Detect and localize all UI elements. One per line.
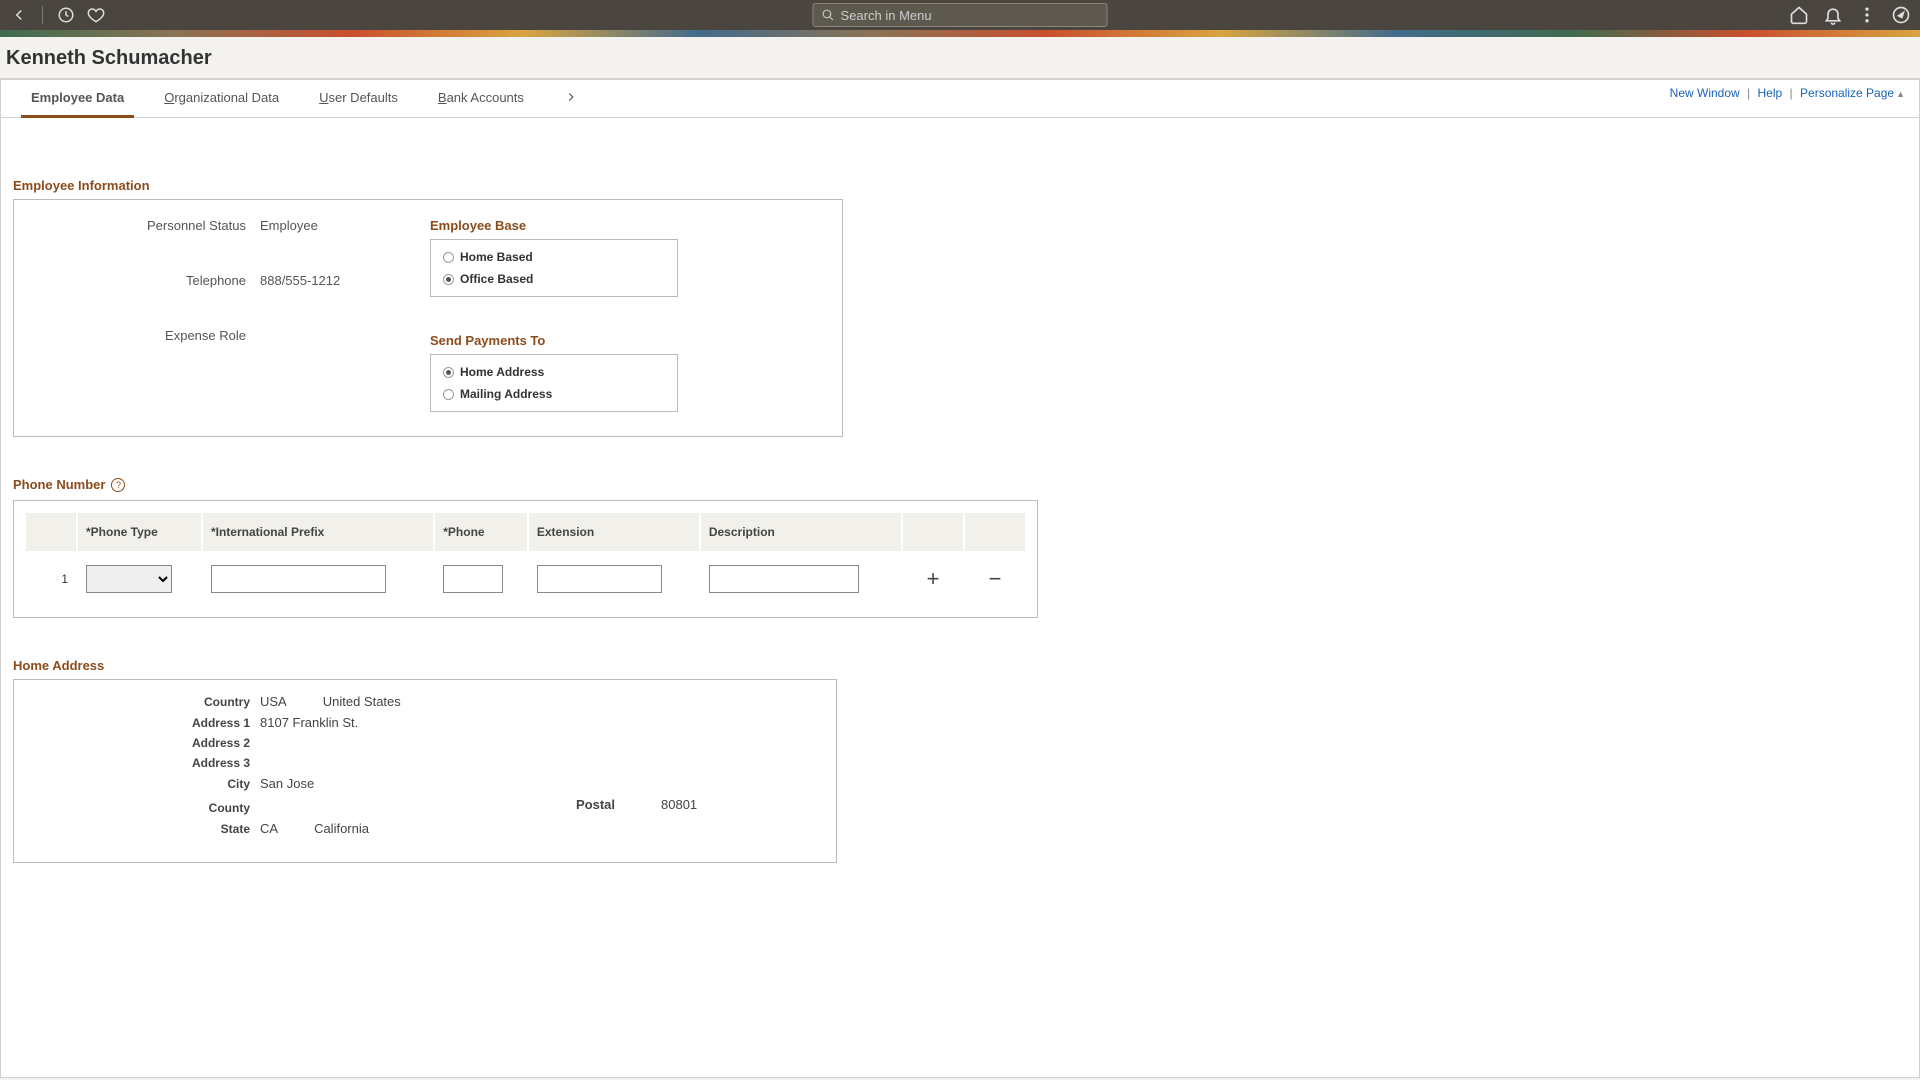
postal-value: 80801 xyxy=(661,797,697,812)
address2-label: Address 2 xyxy=(30,736,260,750)
radio-office-based[interactable]: Office Based xyxy=(443,268,665,290)
city-value: San Jose xyxy=(260,776,314,791)
search-box[interactable] xyxy=(813,3,1108,27)
delete-row-icon[interactable]: − xyxy=(982,566,1008,592)
search-icon xyxy=(822,8,835,22)
radio-mailing-address-label: Mailing Address xyxy=(460,387,552,401)
history-icon[interactable] xyxy=(55,4,77,26)
postal-label: Postal xyxy=(576,797,615,812)
nav-compass-icon[interactable] xyxy=(1890,4,1912,26)
telephone-value: 888/555-1212 xyxy=(260,273,340,288)
col-description: Description xyxy=(701,513,901,551)
home-address-box: Country USA United States Address 1 8107… xyxy=(13,679,837,863)
decorative-strip xyxy=(0,30,1920,37)
phone-number-title: Phone Number xyxy=(13,477,105,492)
country-name: United States xyxy=(323,694,401,709)
radio-icon xyxy=(443,389,454,400)
county-label: County xyxy=(30,801,260,815)
radio-mailing-address[interactable]: Mailing Address xyxy=(443,383,665,405)
country-code: USA xyxy=(260,694,287,709)
nav-divider xyxy=(42,6,43,24)
radio-home-based-label: Home Based xyxy=(460,250,533,264)
address3-label: Address 3 xyxy=(30,756,260,770)
description-input[interactable] xyxy=(709,565,859,593)
col-phone-type: *Phone Type xyxy=(78,513,201,551)
employee-base-group: Home Based Office Based xyxy=(430,239,678,297)
country-label: Country xyxy=(30,695,260,709)
row-number: 1 xyxy=(26,553,76,605)
state-label: State xyxy=(30,822,260,836)
phone-row: 1 + − xyxy=(26,553,1025,605)
content-wrapper[interactable]: New Window | Help | Personalize Page▲ Em… xyxy=(0,79,1920,1078)
extension-input[interactable] xyxy=(537,565,662,593)
employee-info-box: Personnel Status Employee Telephone 888/… xyxy=(13,199,843,437)
radio-icon xyxy=(443,274,454,285)
personnel-status-label: Personnel Status xyxy=(30,218,260,233)
radio-home-based[interactable]: Home Based xyxy=(443,246,665,268)
home-icon[interactable] xyxy=(1788,4,1810,26)
page-title-bar: Kenneth Schumacher xyxy=(0,37,1920,79)
tab-organizational-data[interactable]: Organizational Data xyxy=(164,90,279,117)
phone-grid: *Phone Type *International Prefix *Phone… xyxy=(24,511,1027,607)
notifications-icon[interactable] xyxy=(1822,4,1844,26)
tab-bank-accounts[interactable]: Bank Accounts xyxy=(438,90,524,117)
tab-employee-data[interactable]: Employee Data xyxy=(31,90,124,117)
state-name: California xyxy=(314,821,369,836)
phone-input[interactable] xyxy=(443,565,503,593)
city-label: City xyxy=(30,777,260,791)
radio-icon xyxy=(443,367,454,378)
radio-icon xyxy=(443,252,454,263)
search-input[interactable] xyxy=(841,8,1099,23)
page-title: Kenneth Schumacher xyxy=(6,47,1914,70)
back-icon[interactable] xyxy=(8,4,30,26)
phone-type-select[interactable] xyxy=(86,565,172,593)
tabs: Employee Data Organizational Data User D… xyxy=(1,80,1919,118)
state-code: CA xyxy=(260,821,278,836)
employee-info-title: Employee Information xyxy=(13,178,1907,193)
home-address-title: Home Address xyxy=(13,658,1907,673)
personnel-status-value: Employee xyxy=(260,218,318,233)
top-nav-bar xyxy=(0,0,1920,30)
address1-label: Address 1 xyxy=(30,716,260,730)
tabs-more-icon[interactable] xyxy=(564,90,578,117)
address1-value: 8107 Franklin St. xyxy=(260,715,358,730)
add-row-icon[interactable]: + xyxy=(920,566,946,592)
employee-base-title: Employee Base xyxy=(430,218,826,233)
send-payments-group: Home Address Mailing Address xyxy=(430,354,678,412)
phone-help-icon[interactable]: ? xyxy=(111,478,125,492)
intl-prefix-input[interactable] xyxy=(211,565,386,593)
tab-user-defaults[interactable]: User Defaults xyxy=(319,90,398,117)
expense-role-label: Expense Role xyxy=(30,328,260,343)
send-payments-title: Send Payments To xyxy=(430,333,826,348)
col-extension: Extension xyxy=(529,513,699,551)
radio-office-based-label: Office Based xyxy=(460,272,533,286)
radio-home-address-label: Home Address xyxy=(460,365,544,379)
actions-menu-icon[interactable] xyxy=(1856,4,1878,26)
radio-home-address[interactable]: Home Address xyxy=(443,361,665,383)
col-intl-prefix: *International Prefix xyxy=(203,513,433,551)
col-phone: *Phone xyxy=(435,513,527,551)
phone-grid-box: *Phone Type *International Prefix *Phone… xyxy=(13,500,1038,618)
favorite-icon[interactable] xyxy=(85,4,107,26)
telephone-label: Telephone xyxy=(30,273,260,288)
